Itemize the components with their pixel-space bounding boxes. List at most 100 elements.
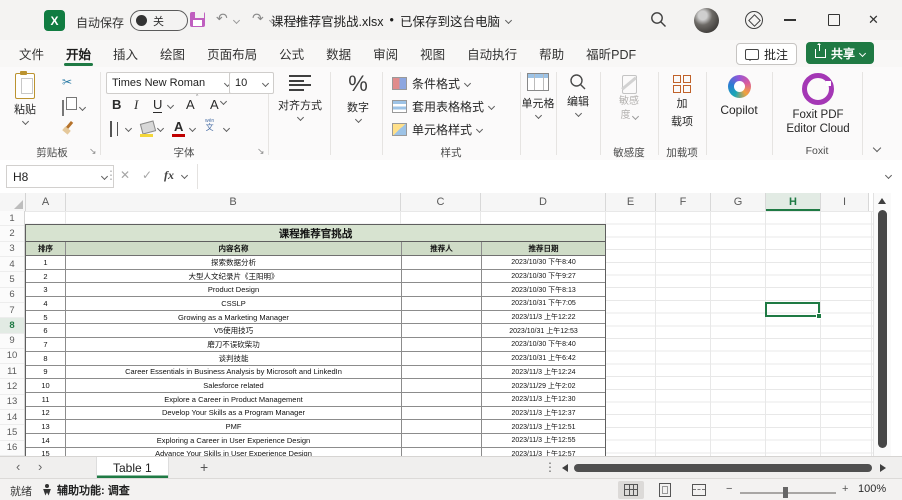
maximize-button[interactable] [828,14,840,26]
table-cell[interactable] [402,448,482,456]
font-color-chevron-icon[interactable] [189,125,196,132]
editing-button[interactable]: 编辑 [558,73,598,116]
table-cell[interactable]: Advance Your Skills in User Experience D… [66,448,402,456]
zoom-percentage[interactable]: 100% [858,483,886,495]
table-cell[interactable] [402,407,482,420]
page-break-view-button[interactable] [686,481,712,499]
title-chevron-icon[interactable] [505,16,512,23]
table-header-cell[interactable]: 排序 [26,242,66,255]
column-header-F[interactable]: F [656,193,711,211]
table-cell[interactable] [402,366,482,379]
table-cell[interactable]: 15 [26,448,66,456]
search-icon[interactable] [650,11,667,28]
table-cell[interactable]: 2023/10/31 上午12:53 [482,324,605,337]
table-cell[interactable]: CSSLP [66,297,402,310]
table-cell[interactable] [402,297,482,310]
table-cell[interactable] [402,270,482,283]
clipboard-dialog-launcher-icon[interactable]: ↘ [89,146,97,157]
column-header-E[interactable]: E [606,193,656,211]
zoom-in-button[interactable]: + [842,483,848,495]
row-header-10[interactable]: 10 [0,349,24,364]
table-cell[interactable]: 2023/11/3 上午12:55 [482,434,605,447]
table-cell[interactable]: 1 [26,256,66,269]
table-cell[interactable]: 13 [26,420,66,433]
foxit-button[interactable]: Foxit PDF Editor Cloud [776,73,860,135]
table-cell[interactable]: 6 [26,324,66,337]
table-cell[interactable]: 4 [26,297,66,310]
tab-文件[interactable]: 文件 [8,40,55,67]
table-cell[interactable]: 2023/11/29 上午2:02 [482,379,605,392]
conditional-formatting-button[interactable]: 条件格式 [392,75,470,92]
share-button[interactable]: 共享 [806,42,874,64]
table-cell[interactable]: 8 [26,352,66,365]
table-cell[interactable]: 2023/11/3 上午12:24 [482,366,605,379]
prev-sheet-icon[interactable]: ‹ [16,459,20,474]
cell-styles-button[interactable]: 单元格样式 [392,121,482,138]
column-header-D[interactable]: D [481,193,606,211]
row-header-2[interactable]: 2 [0,226,24,241]
table-title-cell[interactable]: 课程推荐官挑战 [26,225,605,242]
user-avatar[interactable] [694,8,719,33]
expand-formula-bar-icon[interactable] [885,172,892,179]
sensitivity-button[interactable]: 敏感 度 [606,75,652,122]
table-header-cell[interactable]: 推荐人 [402,242,482,255]
row-header-12[interactable]: 12 [0,379,24,394]
minimize-button[interactable] [784,19,796,21]
save-icon[interactable] [190,12,205,27]
page-layout-view-button[interactable] [652,481,678,499]
table-cell[interactable]: 5 [26,311,66,324]
enter-icon[interactable]: ✓ [142,168,152,182]
row-header-1[interactable]: 1 [0,211,24,226]
next-sheet-icon[interactable]: › [38,459,42,474]
fill-color-icon[interactable] [140,120,156,134]
scroll-left-icon[interactable] [562,464,568,472]
table-header-cell[interactable]: 推荐日期 [482,242,605,255]
table-cell[interactable]: 12 [26,407,66,420]
table-cell[interactable]: 大型人文纪录片《王阳明》 [66,270,402,283]
tab-页面布局[interactable]: 页面布局 [196,40,268,67]
borders-chevron-icon[interactable] [125,125,132,132]
table-cell[interactable]: Explore a Career in Product Management [66,393,402,406]
cancel-icon[interactable]: ✕ [120,168,130,182]
font-dialog-launcher-icon[interactable]: ↘ [257,146,265,157]
table-cell[interactable] [402,352,482,365]
row-header-14[interactable]: 14 [0,410,24,425]
tab-帮助[interactable]: 帮助 [528,40,575,67]
alignment-button[interactable]: 对齐方式 [272,75,328,120]
cell-grid[interactable]: 课程推荐官挑战 排序内容名称推荐人推荐日期 1探索数据分析2023/10/30 … [25,211,873,456]
accessibility-status[interactable]: 辅助功能: 调查 [42,482,130,498]
tabbar-dots-icon[interactable]: ⋮ [544,460,556,474]
table-cell[interactable]: Develop Your Skills as a Program Manager [66,407,402,420]
table-cell[interactable] [402,338,482,351]
paste-button[interactable]: 粘贴 [14,73,36,124]
fill-color-chevron-icon[interactable] [157,125,164,132]
namebox-dots-icon[interactable]: ⋮ [105,168,117,182]
copy-chevron-icon[interactable] [79,104,86,111]
row-header-16[interactable]: 16 [0,441,24,456]
shrink-font-button[interactable]: A [210,97,219,112]
comments-button[interactable]: 批注 [736,43,797,65]
table-cell[interactable]: 2023/11/3 上午12:22 [482,311,605,324]
grow-font-button[interactable]: A [186,97,195,112]
tab-视图[interactable]: 视图 [409,40,456,67]
table-cell[interactable]: 2023/10/31 上午6:42 [482,352,605,365]
table-cell[interactable]: 10 [26,379,66,392]
table-cell[interactable] [402,283,482,296]
row-header-4[interactable]: 4 [0,257,24,272]
tab-插入[interactable]: 插入 [102,40,149,67]
font-name-select[interactable]: Times New Roman [106,72,236,94]
row-header-8[interactable]: 8 [0,318,24,333]
table-cell[interactable]: 3 [26,283,66,296]
collapse-ribbon-icon[interactable] [873,144,881,152]
undo-icon[interactable]: ↶ [216,10,228,27]
copilot-button[interactable]: Copilot [712,75,766,117]
tab-福昕PDF[interactable]: 福昕PDF [575,40,647,67]
table-header-cell[interactable]: 内容名称 [66,242,402,255]
table-cell[interactable]: Growing as a Marketing Manager [66,311,402,324]
rewards-icon[interactable] [745,11,763,29]
table-cell[interactable]: 2023/11/3 上午12:51 [482,420,605,433]
insert-function-icon[interactable]: fx [164,168,174,183]
excel-app-icon[interactable]: X [44,10,65,31]
tab-数据[interactable]: 数据 [315,40,362,67]
font-size-select[interactable]: 10 [229,72,274,94]
